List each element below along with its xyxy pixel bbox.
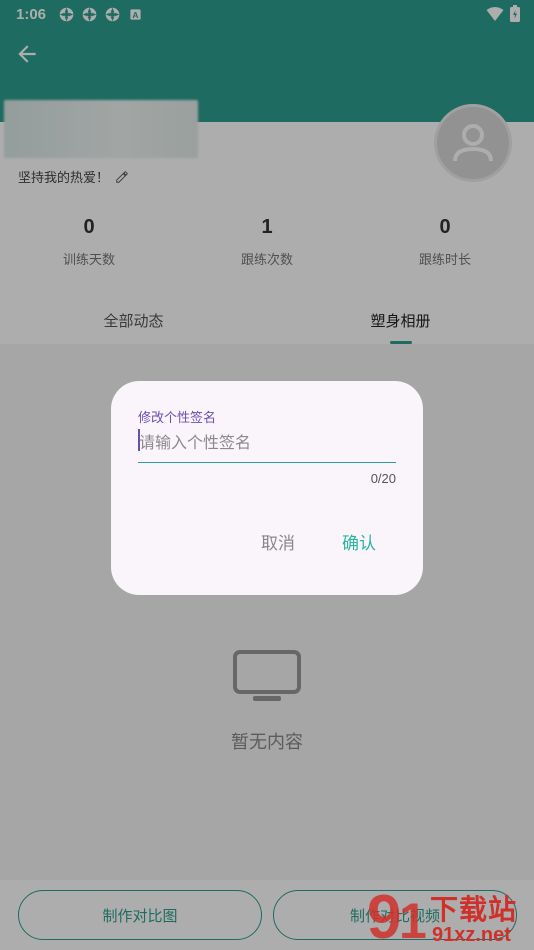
watermark-text: 下载站	[430, 894, 518, 925]
svg-text:1: 1	[399, 893, 427, 948]
dialog-field-label: 修改个性签名	[138, 411, 217, 426]
watermark-url: 91xz.net	[432, 924, 511, 946]
svg-text:9: 9	[367, 883, 401, 948]
signature-input-wrap	[138, 425, 396, 463]
confirm-button[interactable]: 确认	[342, 529, 376, 554]
text-cursor	[138, 429, 140, 451]
signature-input[interactable]	[138, 425, 396, 459]
cancel-button[interactable]: 取消	[261, 529, 295, 554]
char-counter: 0/20	[370, 471, 396, 486]
edit-signature-dialog: 修改个性签名 0/20 取消 确认	[111, 381, 423, 595]
